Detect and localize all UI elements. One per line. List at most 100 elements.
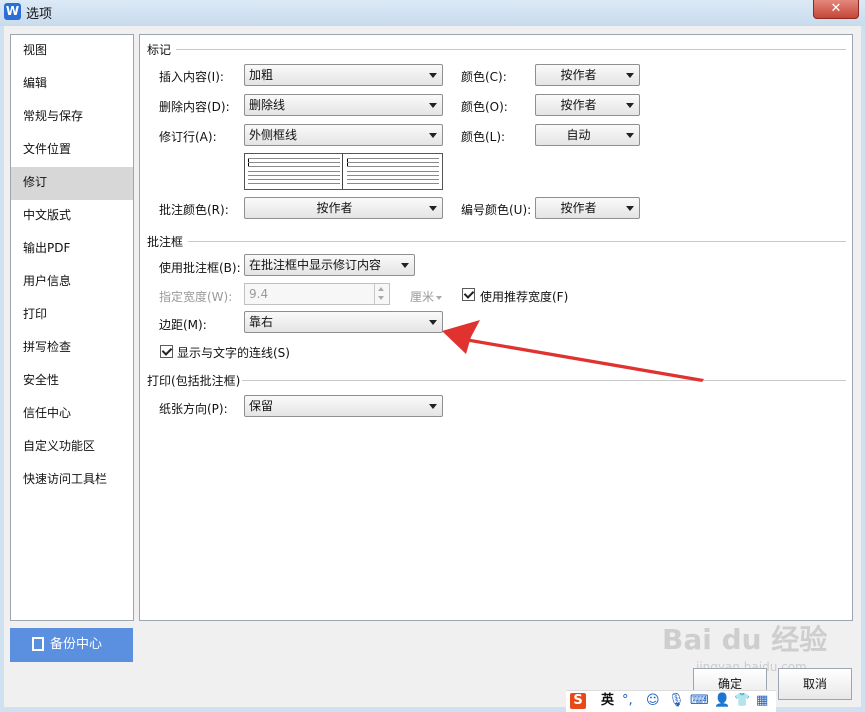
sidebar-item-quick-access-toolbar[interactable]: 快速访问工具栏: [11, 464, 133, 497]
spinner-buttons[interactable]: [374, 284, 389, 304]
show-lines-label: 显示与文字的连线(S): [177, 346, 290, 360]
backup-icon: [32, 636, 44, 651]
recommended-width-label: 使用推荐宽度(F): [480, 290, 569, 304]
revision-preview: [244, 153, 443, 190]
chevron-down-icon: [626, 103, 634, 108]
sidebar-item-security[interactable]: 安全性: [11, 365, 133, 398]
delete-color-label: 颜色(O):: [461, 100, 508, 114]
preview-page-left: [245, 154, 343, 189]
balloon-section-title: 批注框: [147, 235, 184, 249]
print-section-title: 打印(包括批注框): [147, 374, 241, 388]
emoji-icon[interactable]: ☺: [646, 693, 660, 709]
chevron-down-icon: [429, 73, 437, 78]
margin-combo[interactable]: 靠右: [244, 311, 443, 333]
title-bar[interactable]: W 选项 ✕: [0, 0, 865, 26]
insert-label: 插入内容(I):: [159, 70, 224, 84]
insert-combo[interactable]: 加粗: [244, 64, 443, 86]
sidebar-item-trust-center[interactable]: 信任中心: [11, 398, 133, 431]
sidebar-item-export-pdf[interactable]: 输出PDF: [11, 233, 133, 266]
insert-combo-value: 加粗: [249, 68, 274, 82]
comment-color-value: 按作者: [316, 201, 353, 215]
sidebar-item-user-info[interactable]: 用户信息: [11, 266, 133, 299]
keyboard-icon[interactable]: ⌨: [690, 693, 709, 709]
insert-color-value: 按作者: [560, 68, 597, 82]
width-value: 9.4: [249, 287, 269, 301]
comment-color-combo[interactable]: 按作者: [244, 197, 443, 219]
sidebar-item-edit[interactable]: 编辑: [11, 68, 133, 101]
ime-toolbar: S 英 °, ☺ 🎙 ⌨ 👤 👕 ▦: [566, 690, 776, 712]
cancel-button[interactable]: 取消: [778, 668, 852, 700]
sidebar-item-revision[interactable]: 修订: [11, 167, 133, 200]
section-divider: [176, 49, 846, 50]
sidebar-item-spell-check[interactable]: 拼写检查: [11, 332, 133, 365]
width-unit-dropdown[interactable]: 厘米: [410, 288, 443, 305]
user-icon[interactable]: 👤: [714, 693, 730, 709]
delete-label: 删除内容(D):: [159, 100, 230, 114]
punctuation-icon[interactable]: °,: [622, 693, 633, 709]
chevron-down-icon: [436, 295, 443, 300]
insert-color-combo[interactable]: 按作者: [535, 64, 640, 86]
baidu-watermark: Bai du 经验: [662, 623, 828, 656]
revision-line-color-label: 颜色(L):: [461, 130, 506, 144]
arrow-up-icon: [378, 287, 384, 291]
toolbox-grid-icon[interactable]: ▦: [756, 693, 768, 709]
delete-combo[interactable]: 删除线: [244, 94, 443, 116]
chevron-down-icon: [429, 206, 437, 211]
sidebar-item-view[interactable]: 视图: [11, 35, 133, 68]
sidebar-item-chinese-layout[interactable]: 中文版式: [11, 200, 133, 233]
orientation-label: 纸张方向(P):: [159, 402, 228, 416]
backup-center-label: 备份中心: [50, 637, 103, 652]
sidebar-item-customize-ribbon[interactable]: 自定义功能区: [11, 431, 133, 464]
section-divider: [188, 241, 846, 242]
chevron-down-icon: [429, 404, 437, 409]
sogou-ime-icon[interactable]: S: [570, 693, 586, 709]
arrow-down-icon: [378, 296, 384, 300]
use-balloon-label: 使用批注框(B):: [159, 261, 241, 275]
markup-section-title: 标记: [147, 43, 172, 57]
orientation-value: 保留: [249, 399, 274, 413]
numbering-color-value: 按作者: [560, 201, 597, 215]
delete-color-combo[interactable]: 按作者: [535, 94, 640, 116]
close-button[interactable]: ✕: [813, 0, 859, 19]
orientation-combo[interactable]: 保留: [244, 395, 443, 417]
preview-divider: [342, 154, 343, 189]
ime-mode-label[interactable]: 英: [601, 693, 614, 709]
revision-line-color-combo[interactable]: 自动: [535, 124, 640, 146]
chevron-down-icon: [401, 263, 409, 268]
comment-color-label: 批注颜色(R):: [159, 203, 229, 217]
recommended-width-checkbox[interactable]: [462, 288, 475, 301]
chevron-down-icon: [429, 133, 437, 138]
delete-color-value: 按作者: [560, 98, 597, 112]
chevron-down-icon: [429, 103, 437, 108]
window-title: 选项: [26, 7, 53, 22]
margin-label: 边距(M):: [159, 318, 207, 332]
width-unit-value: 厘米: [410, 290, 435, 304]
sidebar-item-print[interactable]: 打印: [11, 299, 133, 332]
chevron-down-icon: [626, 133, 634, 138]
preview-page-right: [344, 154, 442, 189]
use-balloon-combo[interactable]: 在批注框中显示修订内容: [244, 254, 415, 276]
revision-line-value: 外侧框线: [249, 128, 298, 142]
wps-app-icon: W: [4, 3, 21, 20]
options-sidebar: 视图 编辑 常规与保存 文件位置 修订 中文版式 输出PDF 用户信息 打印 拼…: [10, 34, 134, 621]
width-spinner[interactable]: 9.4: [244, 283, 390, 305]
revision-line-label: 修订行(A):: [159, 130, 217, 144]
backup-center-button[interactable]: 备份中心: [10, 628, 133, 662]
sidebar-item-file-location[interactable]: 文件位置: [11, 134, 133, 167]
chevron-down-icon: [626, 206, 634, 211]
revision-line-color-value: 自动: [566, 128, 591, 142]
margin-value: 靠右: [249, 315, 274, 329]
numbering-color-combo[interactable]: 按作者: [535, 197, 640, 219]
sidebar-item-general-save[interactable]: 常规与保存: [11, 101, 133, 134]
insert-color-label: 颜色(C):: [461, 70, 507, 84]
chevron-down-icon: [429, 320, 437, 325]
chevron-down-icon: [626, 73, 634, 78]
microphone-icon[interactable]: 🎙: [668, 693, 685, 709]
revision-line-combo[interactable]: 外侧框线: [244, 124, 443, 146]
delete-combo-value: 删除线: [249, 98, 286, 112]
numbering-color-label: 编号颜色(U):: [461, 203, 532, 217]
width-label: 指定宽度(W):: [159, 290, 233, 304]
show-lines-checkbox[interactable]: [160, 345, 173, 358]
red-annotation-arrow: [442, 320, 704, 382]
skin-shirt-icon[interactable]: 👕: [734, 693, 750, 709]
